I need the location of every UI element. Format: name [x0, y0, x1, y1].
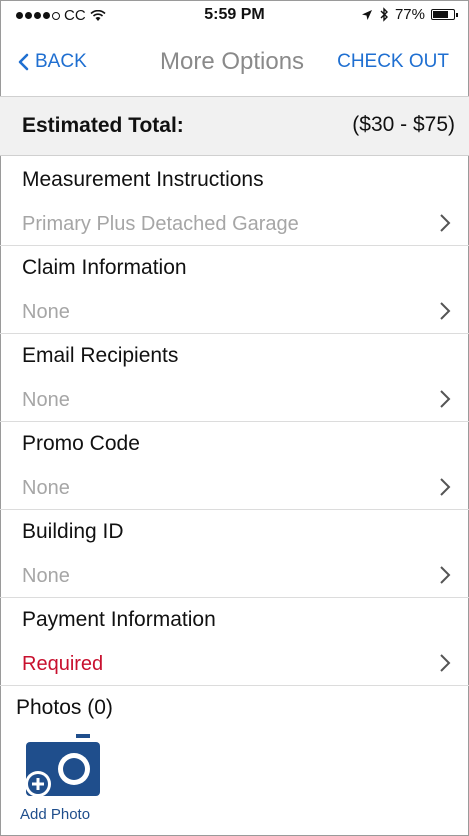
battery-icon: [431, 9, 458, 20]
option-title: Building ID: [22, 520, 124, 543]
option-email-recipients[interactable]: Email Recipients None: [0, 334, 469, 422]
option-title: Email Recipients: [22, 344, 179, 367]
location-arrow-icon: [361, 9, 372, 20]
chevron-left-icon: [18, 53, 29, 71]
option-claim-information[interactable]: Claim Information None: [0, 246, 469, 334]
option-value: None: [22, 565, 70, 587]
check-out-button[interactable]: CHECK OUT: [337, 51, 449, 73]
option-title: Measurement Instructions: [22, 168, 264, 191]
option-value: None: [22, 477, 70, 499]
status-right: 77%: [361, 6, 458, 23]
photos-title: Photos (0): [16, 696, 113, 719]
option-measurement-instructions[interactable]: Measurement Instructions Primary Plus De…: [0, 158, 469, 246]
photos-section: Photos (0) Add Photo: [0, 690, 469, 836]
chevron-right-icon: [440, 478, 451, 496]
option-value: None: [22, 301, 70, 323]
option-title: Promo Code: [22, 432, 140, 455]
back-button[interactable]: BACK: [18, 51, 87, 73]
options-list: Measurement Instructions Primary Plus De…: [0, 158, 469, 686]
estimated-total-section: Estimated Total: ($30 - $75): [0, 96, 469, 156]
add-camera-icon: [25, 734, 100, 797]
status-bar: CC 5:59 PM 77%: [0, 0, 469, 30]
add-photo-label: Add Photo: [20, 806, 91, 823]
estimated-total-value: ($30 - $75): [352, 113, 455, 136]
chevron-right-icon: [440, 302, 451, 320]
option-promo-code[interactable]: Promo Code None: [0, 422, 469, 510]
option-value: Primary Plus Detached Garage: [22, 213, 299, 235]
add-photo-button[interactable]: Add Photo: [20, 732, 110, 823]
battery-percent: 77%: [394, 6, 425, 23]
chevron-right-icon: [440, 214, 451, 232]
bluetooth-icon: [380, 7, 388, 22]
estimated-total-label: Estimated Total:: [22, 114, 184, 137]
chevron-right-icon: [440, 390, 451, 408]
chevron-right-icon: [440, 654, 451, 672]
chevron-right-icon: [440, 566, 451, 584]
back-label: BACK: [35, 51, 87, 72]
option-payment-information[interactable]: Payment Information Required: [0, 598, 469, 686]
option-value: None: [22, 389, 70, 411]
option-building-id[interactable]: Building ID None: [0, 510, 469, 598]
option-title: Claim Information: [22, 256, 187, 279]
option-title: Payment Information: [22, 608, 216, 631]
page-title: More Options: [160, 48, 305, 75]
navigation-bar: BACK More Options CHECK OUT: [0, 30, 469, 90]
option-value-required: Required: [22, 653, 104, 675]
